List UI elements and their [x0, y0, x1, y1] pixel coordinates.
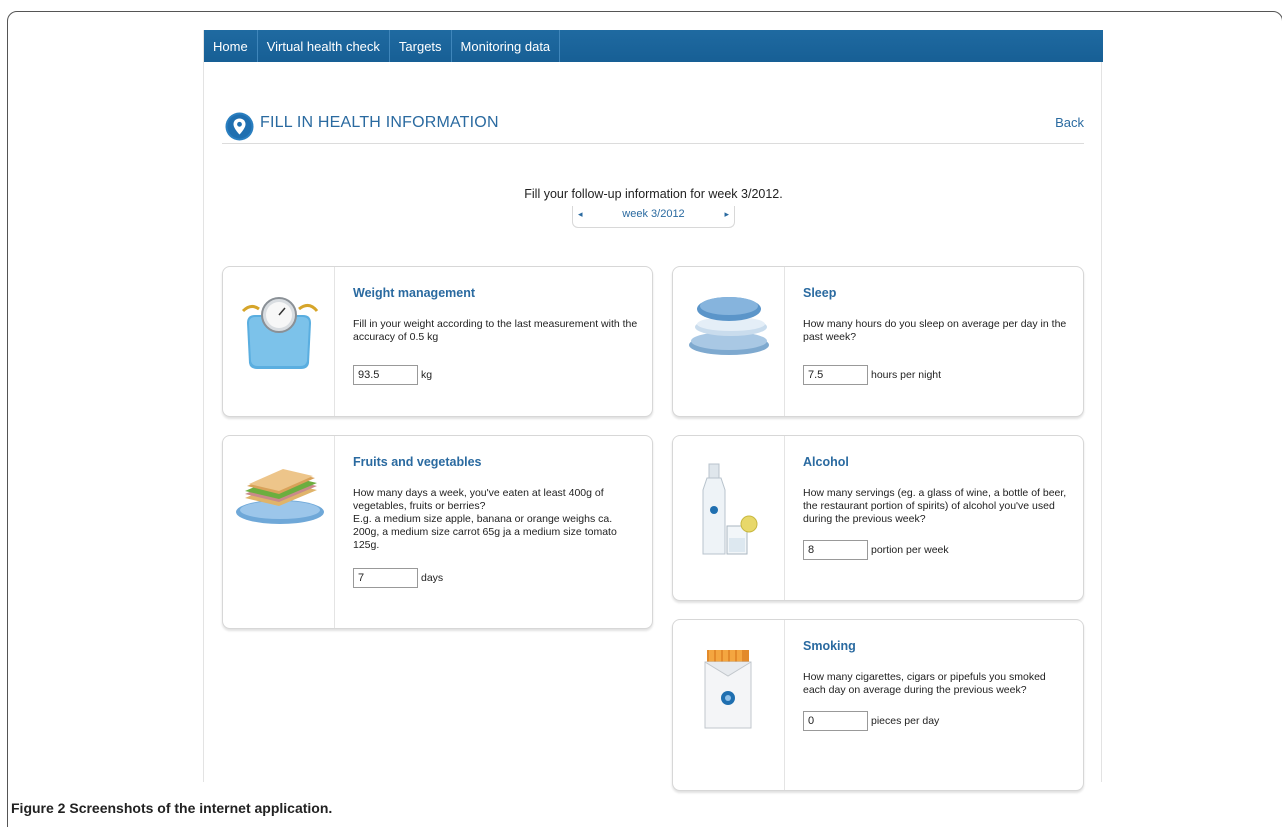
bathroom-scale-icon — [241, 297, 319, 369]
smoking-unit: pieces per day — [871, 715, 940, 727]
nav-home[interactable]: Home — [204, 30, 258, 62]
sleep-input[interactable] — [803, 365, 868, 385]
sleep-image-panel — [673, 267, 785, 416]
top-navbar: Home Virtual health check Targets Monito… — [204, 30, 1103, 62]
pillows-icon — [689, 297, 769, 355]
previous-week-arrow-icon[interactable]: ◂ — [578, 209, 583, 220]
smoking-description: How many cigarettes, cigars or pipefuls … — [803, 671, 1046, 696]
sleep-card: Sleep How many hours do you sleep on ave… — [672, 266, 1084, 417]
weight-input[interactable] — [353, 365, 418, 385]
smoking-input[interactable] — [803, 711, 868, 731]
nav-targets[interactable]: Targets — [390, 30, 452, 62]
fruits-description-1: How many days a week, you've eaten at le… — [353, 487, 604, 512]
fruits-vegetables-card: Fruits and vegetables How many days a we… — [222, 435, 653, 629]
week-label: week 3/2012 — [622, 208, 685, 220]
weight-description: Fill in your weight according to the las… — [353, 318, 638, 343]
figure-caption: Figure 2 Screenshots of the internet app… — [11, 800, 332, 816]
location-pin-icon — [225, 112, 254, 141]
sleep-description: How many hours do you sleep on average p… — [803, 318, 1067, 343]
cigarette-pack-icon — [704, 650, 752, 729]
bottle-and-glass-icon — [702, 463, 758, 555]
smoking-title: Smoking — [803, 639, 856, 653]
nav-monitoring-data[interactable]: Monitoring data — [452, 30, 561, 62]
alcohol-unit: portion per week — [871, 544, 949, 556]
page-header: FILL IN HEALTH INFORMATION Back — [222, 108, 1084, 144]
weight-image-panel — [223, 267, 335, 416]
weight-title: Weight management — [353, 286, 476, 300]
smoking-image-panel — [673, 620, 785, 790]
page-title: FILL IN HEALTH INFORMATION — [260, 114, 499, 131]
figure-caption-text: Screenshots of the internet application. — [65, 800, 333, 816]
instruction-text: Fill your follow-up information for week… — [524, 187, 783, 201]
fruits-description-2: E.g. a medium size apple, banana or oran… — [353, 513, 617, 551]
weight-unit: kg — [421, 369, 433, 381]
alcohol-input[interactable] — [803, 540, 868, 560]
smoking-card: Smoking How many cigarettes, cigars or p… — [672, 619, 1084, 791]
sleep-title: Sleep — [803, 286, 837, 300]
app-window: Home Virtual health check Targets Monito… — [203, 30, 1103, 791]
fruits-image-panel — [223, 436, 335, 628]
sleep-unit: hours per night — [871, 369, 942, 381]
weight-card: Weight management Fill in your weight ac… — [222, 266, 653, 417]
alcohol-description: How many servings (eg. a glass of wine, … — [803, 487, 1067, 525]
alcohol-card: Alcohol How many servings (eg. a glass o… — [672, 435, 1084, 601]
back-link[interactable]: Back — [1055, 115, 1084, 130]
fruits-title: Fruits and vegetables — [353, 455, 482, 469]
fruits-unit: days — [421, 572, 444, 584]
alcohol-title: Alcohol — [803, 455, 849, 469]
figure-label: Figure 2 — [11, 800, 66, 816]
nav-virtual-health-check[interactable]: Virtual health check — [258, 30, 390, 62]
week-selector: week 3/2012 ◂ ▸ — [572, 206, 735, 228]
alcohol-image-panel — [673, 436, 785, 600]
fruits-input[interactable] — [353, 568, 418, 588]
next-week-arrow-icon[interactable]: ▸ — [724, 209, 729, 220]
sandwich-icon — [236, 469, 324, 524]
